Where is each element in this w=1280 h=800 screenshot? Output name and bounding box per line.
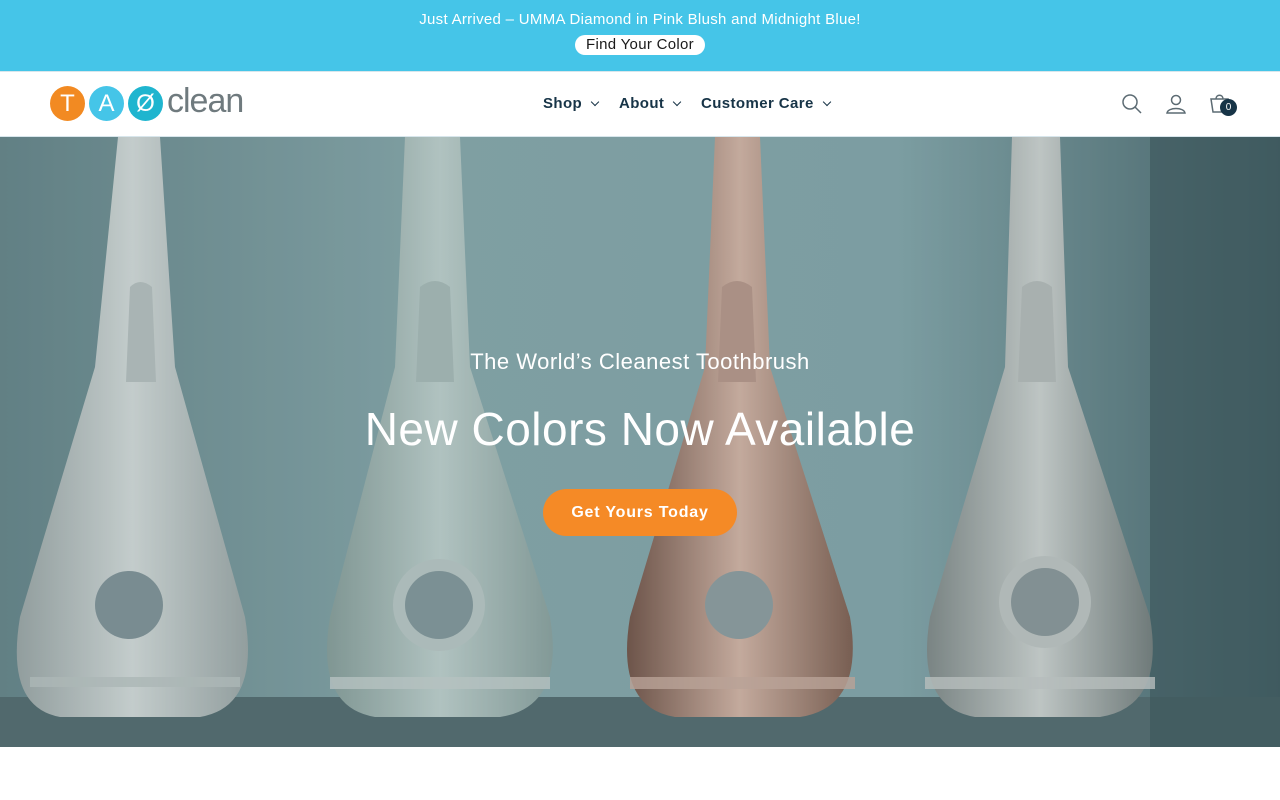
nav-customer-care[interactable]: Customer Care bbox=[701, 95, 831, 115]
hero-subtitle: The World’s Cleanest Toothbrush bbox=[470, 349, 810, 374]
search-icon[interactable] bbox=[1119, 91, 1145, 117]
chevron-down-icon bbox=[590, 97, 600, 107]
nav-about-label: About bbox=[619, 95, 665, 112]
find-your-color-button[interactable]: Find Your Color bbox=[575, 35, 705, 55]
hero-title: New Colors Now Available bbox=[364, 403, 916, 455]
get-yours-today-button[interactable]: Get Yours Today bbox=[543, 489, 737, 536]
nav-shop[interactable]: Shop bbox=[543, 95, 600, 115]
logo-letter-t: T bbox=[50, 86, 85, 121]
nav-customer-care-label: Customer Care bbox=[701, 95, 814, 112]
hero-banner: The World’s Cleanest Toothbrush New Colo… bbox=[0, 137, 1280, 747]
nav-shop-label: Shop bbox=[543, 95, 583, 112]
logo[interactable]: T A Ø clean bbox=[50, 82, 260, 124]
site-header: T A Ø clean Shop About Customer Care bbox=[0, 71, 1280, 137]
chevron-down-icon bbox=[822, 97, 831, 107]
cart-count-badge: 0 bbox=[1220, 99, 1237, 116]
announcement-bar: Just Arrived – UMMA Diamond in Pink Blus… bbox=[0, 0, 1280, 71]
logo-word: clean bbox=[167, 82, 244, 120]
account-icon[interactable] bbox=[1163, 91, 1189, 117]
content-area bbox=[0, 747, 1280, 800]
announcement-text: Just Arrived – UMMA Diamond in Pink Blus… bbox=[419, 11, 861, 28]
nav-about[interactable]: About bbox=[619, 95, 682, 115]
logo-letter-a: A bbox=[89, 86, 124, 121]
chevron-down-icon bbox=[673, 97, 682, 107]
logo-letter-o: Ø bbox=[128, 86, 163, 121]
